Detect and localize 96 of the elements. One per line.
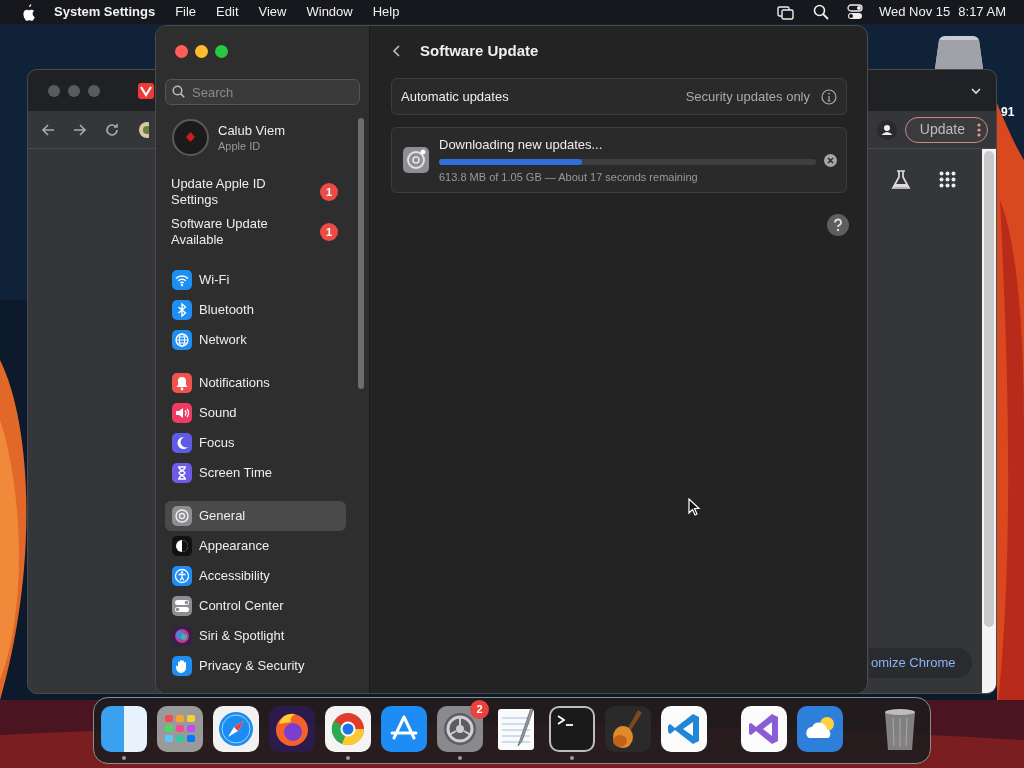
mouse-cursor-icon bbox=[688, 498, 701, 517]
chevron-down-icon[interactable] bbox=[970, 85, 982, 96]
customize-button[interactable]: omize Chrome bbox=[869, 648, 972, 678]
minimize-button[interactable] bbox=[195, 44, 208, 58]
help-icon[interactable] bbox=[827, 214, 849, 236]
forward-arrow-icon[interactable] bbox=[72, 121, 88, 138]
reload-icon[interactable] bbox=[104, 121, 120, 138]
sidebar-item[interactable]: General bbox=[165, 501, 346, 531]
hand-icon bbox=[172, 656, 192, 676]
sidebar-item[interactable]: Focus bbox=[165, 428, 346, 458]
terminal-icon[interactable] bbox=[549, 706, 595, 752]
search-icon[interactable] bbox=[813, 4, 829, 20]
running-indicator bbox=[458, 756, 462, 760]
control-center-icon[interactable] bbox=[847, 4, 863, 20]
cancel-icon[interactable] bbox=[824, 153, 837, 167]
bell-icon bbox=[172, 373, 192, 393]
setting-label: Automatic updates bbox=[401, 87, 509, 106]
window-control[interactable] bbox=[68, 84, 80, 97]
guitar-icon[interactable] bbox=[605, 706, 651, 752]
setting-value: Security updates only bbox=[685, 87, 810, 106]
two-tone-app-icon[interactable] bbox=[101, 706, 147, 752]
edge-text: 91 bbox=[1001, 104, 1015, 121]
notification-badge: 1 bbox=[320, 183, 338, 201]
scrollbar-thumb[interactable] bbox=[358, 118, 364, 389]
sidebar-item[interactable]: Bluetooth bbox=[165, 295, 346, 325]
speaker-icon bbox=[172, 403, 192, 423]
sidebar-item[interactable]: Wi-Fi bbox=[165, 265, 346, 295]
external-drive-icon[interactable] bbox=[933, 36, 985, 69]
flask-icon[interactable] bbox=[890, 169, 912, 191]
sidebar-item[interactable]: Notifications bbox=[165, 368, 346, 398]
back-chevron-icon[interactable] bbox=[391, 44, 402, 58]
gear-icon bbox=[172, 506, 192, 526]
zoom-button[interactable] bbox=[215, 44, 228, 58]
round-logo-icon[interactable] bbox=[325, 706, 371, 752]
scrollbar-thumb[interactable] bbox=[984, 151, 994, 627]
wifi-icon bbox=[172, 270, 192, 290]
sidebar-item[interactable]: Siri & Spotlight bbox=[165, 621, 346, 651]
account-name: Calub Viem bbox=[218, 122, 285, 139]
tab-favicon-icon[interactable] bbox=[138, 82, 154, 99]
account-subtitle: Apple ID bbox=[218, 138, 262, 153]
menu-bar-clock: 8:17 AM bbox=[958, 3, 1006, 22]
notification-badge: 1 bbox=[320, 223, 338, 241]
code-editor-icon[interactable] bbox=[661, 706, 707, 752]
menu-item[interactable]: View bbox=[248, 2, 297, 22]
screen-mirroring-icon[interactable] bbox=[777, 3, 795, 21]
sidebar-item[interactable]: Privacy & Security bbox=[165, 651, 346, 681]
app-grid-icon[interactable] bbox=[157, 706, 203, 752]
notification-badge: 2 bbox=[470, 700, 489, 719]
menu-item[interactable]: Window bbox=[296, 2, 363, 22]
window-control[interactable] bbox=[88, 84, 100, 97]
sidebar-item[interactable]: Screen Time bbox=[165, 458, 346, 488]
sidebar-item[interactable]: Control Center bbox=[165, 591, 346, 621]
download-detail: 613.8 MB of 1.05 GB — About 17 seconds remaining bbox=[439, 170, 699, 184]
code-editor-icon[interactable] bbox=[741, 706, 787, 752]
bluetooth-icon bbox=[172, 300, 192, 320]
apple-logo-icon[interactable] bbox=[20, 3, 38, 21]
compass-icon[interactable] bbox=[213, 706, 259, 752]
search-field[interactable]: Search bbox=[165, 79, 360, 105]
toggle-switches-icon bbox=[172, 596, 192, 616]
sidebar-item[interactable]: Accessibility bbox=[165, 561, 346, 591]
notice-item[interactable]: Software Update Available 1 bbox=[165, 216, 360, 248]
gear-icon[interactable] bbox=[437, 706, 483, 752]
window-control[interactable] bbox=[48, 84, 60, 97]
menu-item[interactable]: Edit bbox=[206, 2, 249, 22]
site-favicon-icon bbox=[139, 121, 149, 138]
sidebar-item[interactable]: Appearance bbox=[165, 531, 346, 561]
menu-item[interactable]: File bbox=[165, 2, 207, 22]
sidebar-item[interactable]: Sound bbox=[165, 398, 346, 428]
notice-item[interactable]: Update Apple ID Settings 1 bbox=[165, 176, 360, 208]
page-title: Software Update bbox=[420, 40, 539, 61]
globe-icon bbox=[172, 330, 192, 350]
avatar[interactable] bbox=[172, 119, 209, 156]
info-icon[interactable] bbox=[821, 88, 837, 105]
running-indicator bbox=[570, 756, 574, 760]
running-indicator bbox=[122, 756, 126, 760]
download-status: Downloading new updates... bbox=[439, 136, 604, 153]
menu-bar-date: Wed Nov 15 bbox=[879, 3, 951, 22]
back-arrow-icon[interactable] bbox=[40, 121, 56, 138]
fox-globe-icon[interactable] bbox=[269, 706, 315, 752]
profile-icon[interactable] bbox=[876, 119, 897, 140]
more-options-icon[interactable] bbox=[977, 122, 981, 137]
moon-icon bbox=[172, 433, 192, 453]
update-button[interactable]: Update bbox=[904, 116, 988, 143]
orb-icon bbox=[172, 626, 192, 646]
close-button[interactable] bbox=[175, 44, 188, 58]
hourglass-icon bbox=[172, 463, 192, 483]
gear-icon bbox=[403, 147, 429, 173]
weather-icon[interactable] bbox=[797, 706, 843, 752]
search-icon bbox=[172, 85, 185, 98]
apps-grid-icon[interactable] bbox=[939, 171, 957, 189]
running-indicator bbox=[346, 756, 350, 760]
sidebar-item[interactable]: Network bbox=[165, 325, 346, 355]
app-name[interactable]: System Settings bbox=[54, 2, 166, 22]
menu-item[interactable]: Help bbox=[362, 2, 410, 22]
app-store-icon[interactable] bbox=[381, 706, 427, 752]
accessibility-icon bbox=[172, 566, 192, 586]
